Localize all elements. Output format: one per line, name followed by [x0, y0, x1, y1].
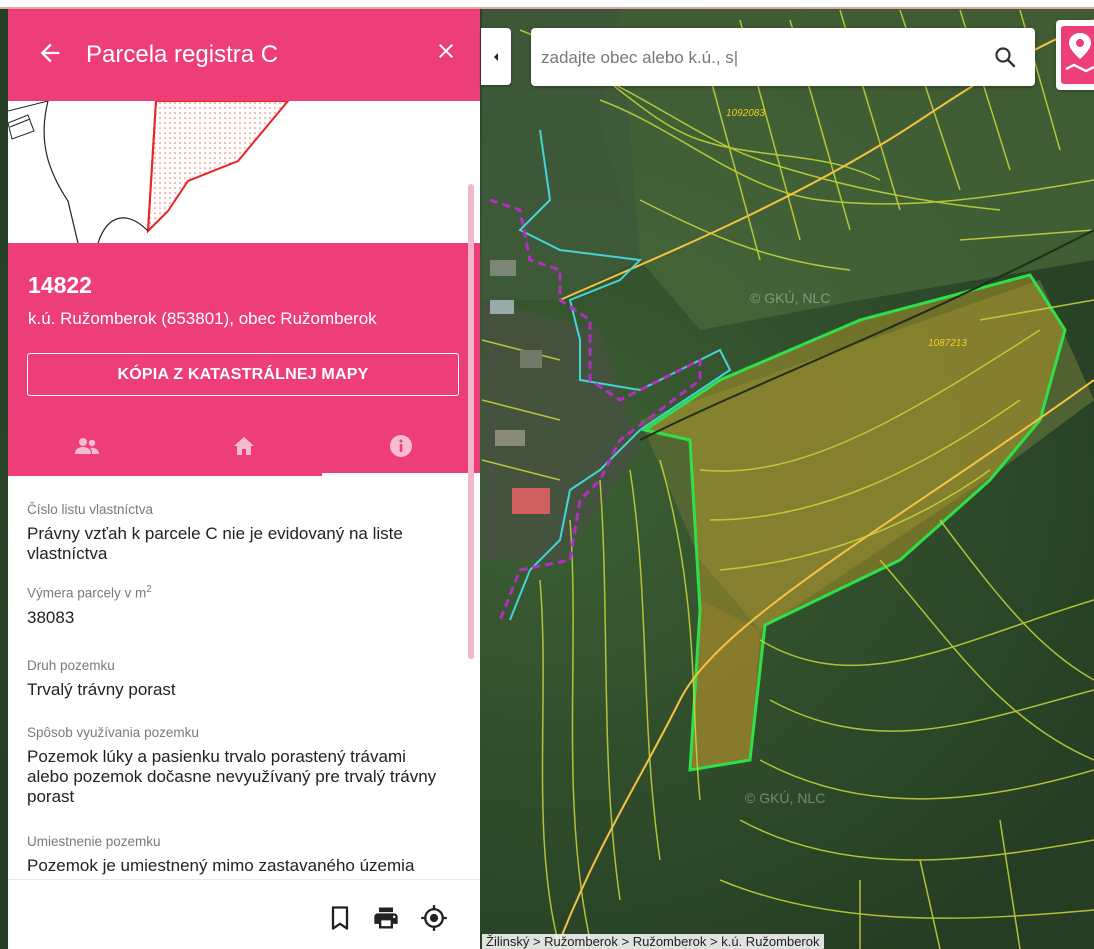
- back-button[interactable]: [36, 39, 76, 72]
- breadcrumb-item[interactable]: Žilinský: [486, 934, 529, 949]
- cadastral-map-copy-button[interactable]: KÓPIA Z KATASTRÁLNEJ MAPY: [27, 353, 459, 396]
- field-land-use: Spôsob využívania pozemku Pozemok lúky a…: [27, 725, 447, 807]
- parcel-sketch: [8, 101, 290, 243]
- region-breadcrumb: Žilinský > Ružomberok > Ružomberok > k.ú…: [482, 934, 824, 949]
- tab-info[interactable]: [323, 415, 480, 476]
- arrow-left-icon: [40, 43, 60, 62]
- field-value: 38083: [27, 607, 75, 627]
- field-label: Číslo listu vlastníctva: [27, 502, 154, 517]
- field-label-superscript: 2: [146, 584, 152, 595]
- panel-title: Parcela registra C: [86, 41, 279, 68]
- field-label: Spôsob využívania pozemku: [27, 725, 199, 740]
- breadcrumb-separator: >: [529, 934, 545, 949]
- home-icon: [233, 436, 254, 455]
- tab-owners[interactable]: [8, 415, 165, 476]
- map-watermark: © GKÚ, NLC: [750, 290, 831, 306]
- bookmark-icon: [331, 906, 349, 930]
- breadcrumb-item[interactable]: Ružomberok: [633, 934, 707, 949]
- field-area: Výmera parcely v m2 38083: [27, 584, 447, 628]
- field-location: Umiestnenie pozemku Pozemok je umiestnen…: [27, 834, 447, 879]
- map-marker-icon: [1061, 26, 1094, 84]
- close-button[interactable]: [434, 39, 458, 69]
- parcel-number: 14822: [28, 272, 92, 298]
- top-strip: [0, 0, 1094, 9]
- panel-scrollbar[interactable]: [468, 184, 474, 659]
- field-label: Druh pozemku: [27, 658, 115, 673]
- collapse-panel-button[interactable]: [481, 28, 511, 85]
- field-ownership-sheet: Číslo listu vlastníctva Právny vzťah k p…: [27, 502, 447, 564]
- parcel-number-label: 1092083: [726, 108, 765, 119]
- field-label: Výmera parcely v m2: [27, 584, 447, 601]
- parcel-location: k.ú. Ružomberok (853801), obec Ružombero…: [28, 309, 377, 328]
- parcel-summary: 14822 k.ú. Ružomberok (853801), obec Ruž…: [8, 243, 480, 476]
- field-value: Právny vzťah k parcele C nie je evidovan…: [27, 524, 403, 563]
- parcel-preview-map: [8, 101, 480, 243]
- bookmark-button[interactable]: [326, 904, 354, 932]
- field-label: Umiestnenie pozemku: [27, 834, 161, 849]
- tab-buildings[interactable]: [165, 415, 322, 476]
- info-icon: [390, 434, 413, 457]
- breadcrumb-item[interactable]: k.ú. Ružomberok: [721, 934, 819, 949]
- parcel-number-label: 1087213: [928, 338, 967, 349]
- print-icon: [374, 907, 398, 929]
- detail-tabs: [8, 415, 480, 476]
- search-bar: [531, 28, 1035, 86]
- field-value: Pozemok lúky a pasienku trvalo porastený…: [27, 747, 437, 806]
- panel-header: Parcela registra C: [8, 9, 480, 101]
- map-watermark: © GKÚ, NLC: [745, 790, 826, 806]
- parcel-detail-panel: Parcela registra C 14822 k.ú. Ružomberok…: [8, 9, 480, 949]
- breadcrumb-separator: >: [706, 934, 722, 949]
- search-icon[interactable]: [993, 45, 1017, 69]
- parcel-info-list[interactable]: Číslo listu vlastníctva Právny vzťah k p…: [8, 476, 468, 879]
- breadcrumb-separator: >: [617, 934, 633, 949]
- field-value: Trvalý trávny porast: [27, 680, 176, 699]
- field-value: Pozemok je umiestnený mimo zastavaného ú…: [27, 856, 415, 879]
- owners-icon: [74, 437, 99, 454]
- caret-left-icon: [494, 52, 498, 61]
- panel-footer: [8, 879, 480, 949]
- field-land-type: Druh pozemku Trvalý trávny porast: [27, 658, 447, 700]
- scrollbar-thumb[interactable]: [468, 184, 474, 659]
- field-label-text: Výmera parcely v m: [27, 585, 147, 601]
- close-icon: [439, 44, 453, 58]
- breadcrumb-item[interactable]: Ružomberok: [544, 934, 618, 949]
- search-input[interactable]: [539, 42, 973, 74]
- map-marker-button[interactable]: [1056, 20, 1094, 90]
- locate-icon: [421, 905, 447, 931]
- locate-parcel-button[interactable]: [420, 904, 448, 932]
- print-button[interactable]: [372, 904, 400, 932]
